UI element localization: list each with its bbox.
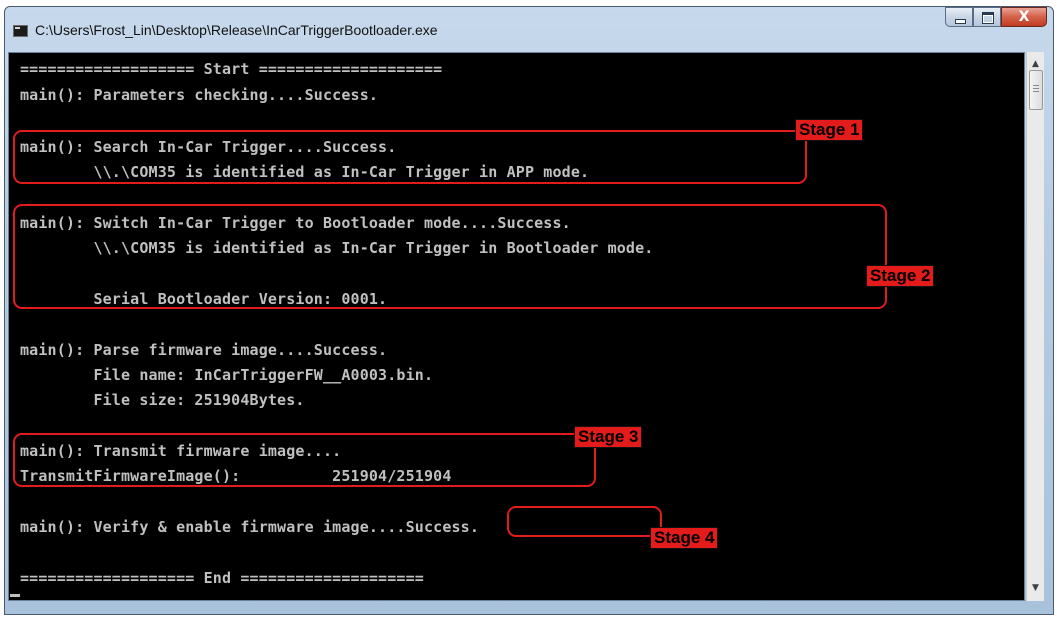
console-app-icon[interactable] bbox=[13, 25, 28, 37]
console-line: File name: InCarTriggerFW__A0003.bin. bbox=[20, 366, 434, 384]
minimize-button[interactable] bbox=[945, 7, 973, 27]
stage-4-label: Stage 4 bbox=[650, 527, 719, 549]
window-title: C:\Users\Frost_Lin\Desktop\Release\InCar… bbox=[35, 22, 438, 38]
scroll-grip-icon bbox=[1033, 85, 1039, 86]
console-line: =================== End ================… bbox=[20, 569, 424, 587]
minimize-icon bbox=[955, 19, 966, 24]
vertical-scrollbar[interactable]: ▲ ▼ bbox=[1026, 52, 1044, 601]
stage-2-highlight-box bbox=[13, 204, 887, 309]
stage-3-highlight-box bbox=[13, 433, 596, 487]
console-line: File size: 251904Bytes. bbox=[20, 391, 305, 409]
console-line: main(): Parameters checking....Success. bbox=[20, 86, 379, 104]
maximize-button[interactable] bbox=[973, 7, 1001, 27]
close-button[interactable]: X bbox=[1001, 7, 1047, 27]
stage-3-label: Stage 3 bbox=[574, 426, 643, 448]
scroll-down-arrow-icon[interactable]: ▼ bbox=[1027, 580, 1044, 597]
stage-1-highlight-box bbox=[13, 130, 807, 184]
console-line: main(): Parse firmware image....Success. bbox=[20, 341, 388, 359]
text-cursor bbox=[10, 594, 20, 597]
caption-buttons: X bbox=[945, 7, 1047, 29]
stage-2-label: Stage 2 bbox=[866, 265, 935, 287]
maximize-icon bbox=[982, 12, 994, 24]
close-icon: X bbox=[1018, 9, 1030, 25]
console-line: =================== Start ==============… bbox=[20, 60, 443, 78]
stage-4-highlight-box bbox=[507, 506, 662, 537]
stage-1-label: Stage 1 bbox=[795, 119, 864, 141]
console-line: main(): Verify & enable firmware image..… bbox=[20, 518, 480, 536]
scroll-thumb[interactable] bbox=[1029, 70, 1043, 110]
